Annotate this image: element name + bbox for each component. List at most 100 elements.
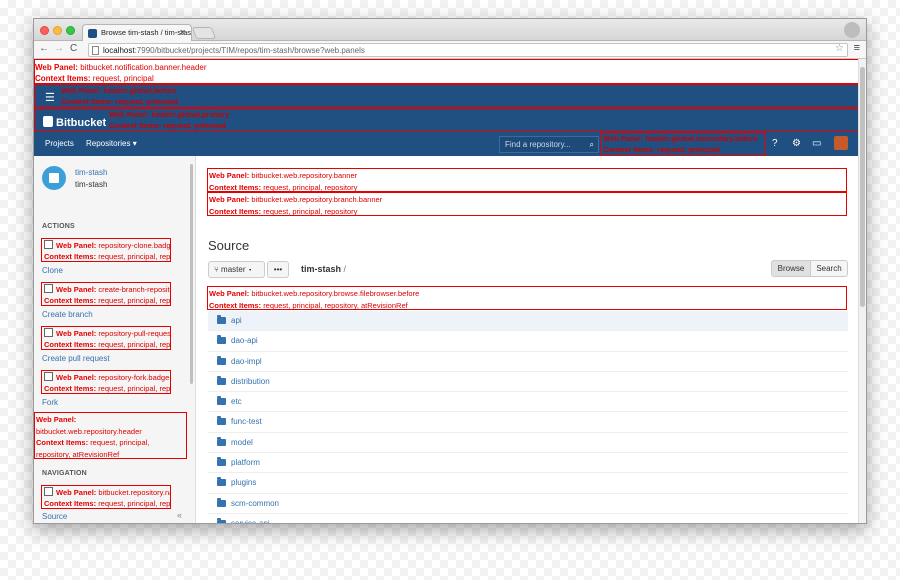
file-row[interactable]: api: [208, 311, 848, 332]
repository-avatar-icon: [42, 166, 66, 190]
file-row[interactable]: etc: [208, 392, 848, 413]
web-panel-name: header.global.primary: [151, 110, 230, 119]
browser-menu-icon[interactable]: ≡: [854, 42, 860, 54]
search-placeholder: Find a repository...: [505, 140, 571, 149]
browse-button[interactable]: Browse: [771, 260, 811, 277]
minimize-window-button[interactable]: [53, 26, 62, 35]
file-row[interactable]: plugins: [208, 473, 848, 494]
file-name[interactable]: model: [231, 438, 253, 447]
file-name[interactable]: scm-common: [231, 499, 279, 508]
bitbucket-logo[interactable]: Bitbucket: [43, 116, 106, 129]
file-row[interactable]: platform: [208, 453, 848, 474]
web-panel-label: Web Panel:: [56, 329, 97, 338]
search-icon: ⌕: [589, 140, 594, 149]
top-navigation: Projects Repositories ▾ Find a repositor…: [34, 132, 860, 156]
source-icon: [44, 487, 53, 496]
file-row[interactable]: dao-api: [208, 331, 848, 352]
file-name[interactable]: platform: [231, 458, 260, 467]
reload-icon[interactable]: C: [70, 43, 77, 54]
web-panel-label: Web Panel:: [56, 488, 97, 497]
inbox-icon[interactable]: ▭: [812, 138, 821, 149]
file-name[interactable]: distribution: [231, 377, 270, 386]
web-panel-repository-banner: Web Panel: bitbucket.web.repository.bann…: [207, 168, 847, 192]
gear-icon[interactable]: ⚙: [792, 138, 801, 149]
web-panel-name: create-branch-reposit: [98, 285, 170, 294]
sidebar: tim-stash tim-stash ACTIONS Web Panel: r…: [34, 156, 196, 523]
file-name[interactable]: dao-impl: [231, 357, 262, 366]
file-row[interactable]: func-test: [208, 412, 848, 433]
folder-icon: [217, 497, 226, 507]
web-panel-name: bitbucket.web.repository.browse.filebrow…: [251, 289, 420, 298]
more-actions-button[interactable]: •••: [267, 261, 289, 278]
repository-search-input[interactable]: Find a repository... ⌕: [499, 136, 599, 153]
hamburger-menu-icon[interactable]: ☰: [45, 91, 55, 104]
web-panel-header-global-before: Web Panel: header.global.before Context …: [34, 84, 860, 108]
context-items-label: Context Items:: [35, 74, 91, 83]
file-row[interactable]: distribution: [208, 372, 848, 393]
pull-request-icon: [44, 328, 53, 337]
create-branch-link[interactable]: Create branch: [42, 310, 93, 319]
web-panel-name: bitbucket.web.repository.branch.banner: [251, 195, 383, 204]
close-tab-icon[interactable]: ✕: [179, 28, 186, 37]
context-items-value: request, principal, repository: [263, 207, 358, 216]
search-button[interactable]: Search: [810, 260, 848, 277]
context-items-value: request, principal, repository, atRevisi…: [263, 301, 408, 310]
bookmark-star-icon[interactable]: ☆: [835, 43, 844, 54]
branch-selector[interactable]: ⑂ master ▾: [208, 261, 265, 278]
context-items-value: request, principal, repos: [98, 296, 170, 305]
forward-arrow-icon[interactable]: →: [54, 43, 64, 54]
file-row[interactable]: scm-common: [208, 494, 848, 514]
create-pull-request-link[interactable]: Create pull request: [42, 354, 110, 363]
file-name[interactable]: dao-api: [231, 336, 258, 345]
fork-link[interactable]: Fork: [42, 398, 58, 407]
file-name[interactable]: plugins: [231, 478, 256, 487]
back-arrow-icon[interactable]: ←: [39, 43, 49, 54]
url-path: :7990/bitbucket/projects/TIM/repos/tim-s…: [134, 46, 365, 55]
browser-tab[interactable]: Browse tim-stash / tim-stash ✕: [82, 24, 192, 41]
address-bar[interactable]: localhost:7990/bitbucket/projects/TIM/re…: [88, 43, 848, 57]
user-avatar[interactable]: [834, 136, 848, 150]
help-icon[interactable]: ?: [772, 138, 778, 149]
folder-icon: [217, 375, 226, 385]
web-panel-clone-badge: Web Panel: repository-clone.badg Context…: [41, 238, 171, 262]
web-panel-name: repository-clone.badg: [98, 241, 170, 250]
nav-projects[interactable]: Projects: [45, 139, 74, 148]
context-items-label: Context Items:: [44, 499, 97, 508]
page-scrollbar-thumb[interactable]: [860, 67, 865, 307]
bitbucket-favicon-icon: [88, 29, 97, 38]
new-tab-button[interactable]: [191, 27, 217, 39]
web-panel-label: Web Panel:: [36, 415, 77, 424]
web-panel-label: Web Panel:: [209, 289, 250, 298]
context-items-value: request, principal: [163, 121, 226, 130]
profile-icon[interactable]: [844, 22, 860, 38]
file-name[interactable]: func-test: [231, 417, 262, 426]
web-panel-source-nav: Web Panel: bitbucket.repository.na Conte…: [41, 485, 171, 509]
file-name[interactable]: api: [231, 316, 242, 325]
bitbucket-logo-icon: [43, 116, 53, 127]
zoom-window-button[interactable]: [66, 26, 75, 35]
download-icon: [44, 240, 53, 249]
collapse-sidebar-icon[interactable]: «: [177, 510, 182, 520]
file-row[interactable]: model: [208, 433, 848, 454]
folder-icon: [217, 517, 226, 523]
file-row[interactable]: dao-impl: [208, 352, 848, 372]
source-link[interactable]: Source: [42, 512, 67, 521]
web-panel-label: Web Panel:: [56, 373, 97, 382]
web-panel-name: repository-pull-reques: [98, 329, 170, 338]
branch-icon: ⑂: [214, 265, 222, 274]
context-items-label: Context Items:: [44, 340, 97, 349]
clone-link[interactable]: Clone: [42, 266, 63, 275]
file-row[interactable]: service-api: [208, 514, 848, 523]
project-link[interactable]: tim-stash: [75, 168, 107, 177]
web-panel-label: Web Panel:: [35, 63, 78, 72]
breadcrumb-repo[interactable]: tim-stash: [301, 264, 341, 274]
file-name[interactable]: etc: [231, 397, 242, 406]
close-window-button[interactable]: [40, 26, 49, 35]
nav-repositories[interactable]: Repositories ▾: [86, 139, 137, 148]
sidebar-scrollbar[interactable]: [190, 164, 193, 384]
web-panel-label: Web Panel:: [61, 86, 102, 95]
web-panel-label: Web Panel:: [209, 195, 250, 204]
web-panel-label: Web Panel:: [603, 134, 644, 143]
file-name[interactable]: service-api: [231, 519, 270, 523]
page-scrollbar[interactable]: [858, 59, 866, 523]
